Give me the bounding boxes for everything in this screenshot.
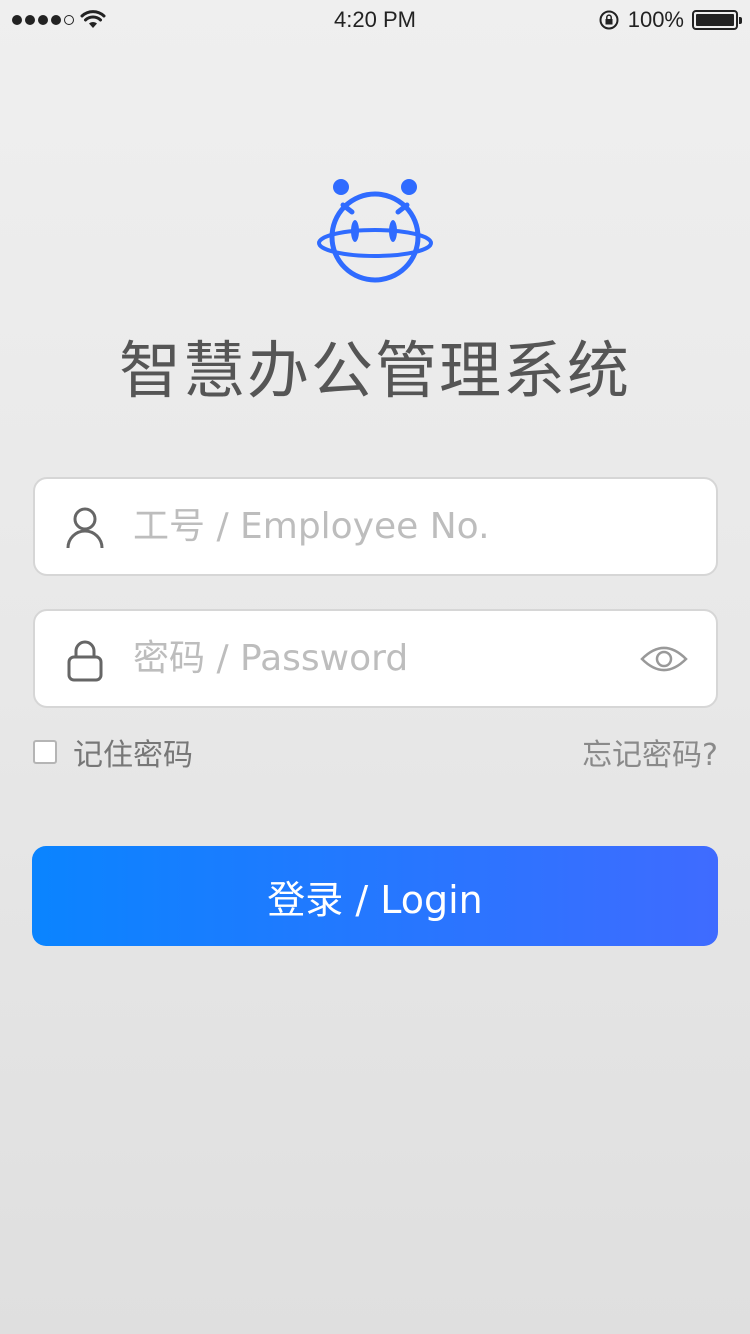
forgot-password-link[interactable]: 忘记密码?	[582, 730, 718, 774]
remember-checkbox[interactable]	[33, 740, 57, 764]
lock-icon	[67, 640, 103, 682]
password-field[interactable]	[33, 609, 718, 708]
battery-icon	[692, 10, 742, 30]
remember-password[interactable]: 记住密码	[33, 730, 193, 774]
employee-number-input[interactable]	[133, 479, 633, 574]
login-button[interactable]: 登录 / Login	[32, 846, 718, 946]
signal-dots-icon	[12, 15, 74, 25]
eye-icon[interactable]	[640, 643, 688, 675]
rotation-lock-icon	[599, 10, 619, 30]
app-title: 智慧办公管理系统	[118, 337, 631, 406]
user-icon	[66, 507, 104, 549]
robot-planet-icon	[317, 179, 433, 283]
remember-label: 记住密码	[73, 738, 193, 773]
login-options: 记住密码 忘记密码?	[33, 730, 718, 774]
wifi-icon	[80, 10, 106, 28]
status-right: 100%	[598, 7, 742, 33]
employee-number-field[interactable]	[33, 477, 718, 576]
status-left	[12, 10, 106, 30]
status-bar: 4:20 PM 100%	[0, 0, 750, 40]
password-input[interactable]	[133, 611, 633, 706]
battery-percent: 100%	[627, 7, 684, 32]
